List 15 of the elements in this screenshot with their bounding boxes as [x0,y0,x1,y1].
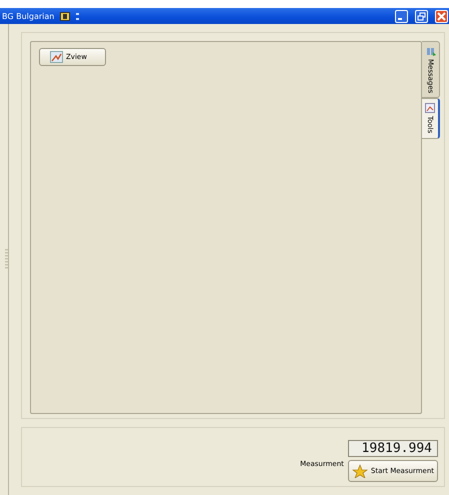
restore-button[interactable] [415,10,428,22]
columns-icon [426,46,436,56]
grip-icon [76,12,80,20]
close-button[interactable] [435,10,448,22]
star-icon [352,464,368,478]
language-label[interactable]: BG Bulgarian [2,12,54,20]
splitter-grip-icon [5,248,8,270]
help-icon [60,12,70,20]
chart-icon [50,51,63,63]
minimize-icon [398,18,402,20]
chart-icon [425,103,435,114]
minimize-button[interactable] [395,10,408,22]
close-icon [437,12,446,20]
restore-icon [417,12,426,20]
measurement-display: 19819.994 [348,440,438,457]
